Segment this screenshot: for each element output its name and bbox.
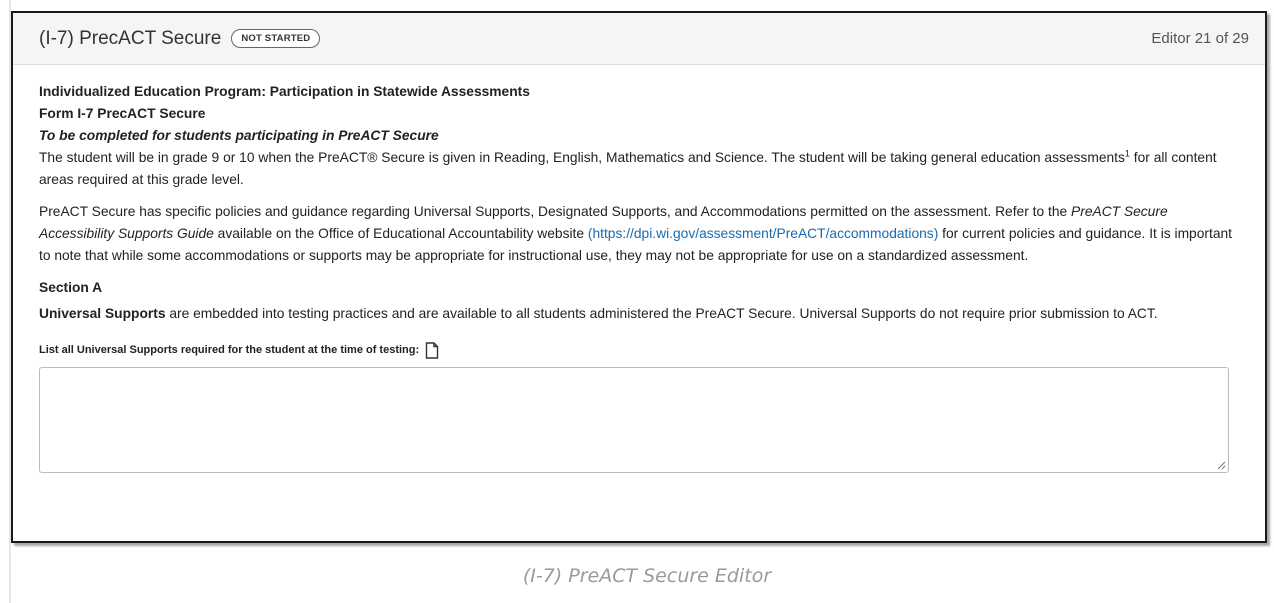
accommodations-link[interactable]: (https://dpi.wi.gov/assessment/PreACT/ac… [588,226,938,241]
intro-paragraph: The student will be in grade 9 or 10 whe… [39,147,1239,191]
editor-count: Editor 21 of 29 [1151,30,1249,47]
status-badge: NOT STARTED [231,29,321,48]
form-heading: Individualized Education Program: Partic… [39,84,530,99]
resize-grip-icon[interactable] [1216,460,1226,470]
form-subheading: Form I-7 PrecACT Secure [39,106,206,121]
universal-supports-textarea[interactable] [39,367,1229,473]
editor-panel: (I-7) PrecACT Secure NOT STARTED Editor … [11,11,1267,543]
section-title: Section A [39,280,103,295]
field-label-text: List all Universal Supports required for… [39,344,420,356]
policy-paragraph: PreACT Secure has specific policies and … [39,201,1239,267]
policy-text-a: PreACT Secure has specific policies and … [39,204,1072,219]
figure-caption: (I-7) PreACT Secure Editor [522,565,772,587]
editor-body: Individualized Education Program: Partic… [13,65,1265,473]
section-paragraph: Universal Supports are embedded into tes… [39,303,1239,325]
document-icon[interactable] [425,341,439,359]
form-instruction: To be completed for students participati… [39,128,439,143]
universal-supports-label: List all Universal Supports required for… [39,339,1239,361]
editor-title: (I-7) PrecACT Secure [39,27,222,49]
intro-text: The student will be in grade 9 or 10 whe… [39,150,1125,165]
section-text: are embedded into testing practices and … [165,306,1158,321]
section-term: Universal Supports [39,306,166,321]
policy-text-b: available on the Office of Educational A… [213,226,588,241]
editor-header: (I-7) PrecACT Secure NOT STARTED Editor … [13,13,1265,65]
